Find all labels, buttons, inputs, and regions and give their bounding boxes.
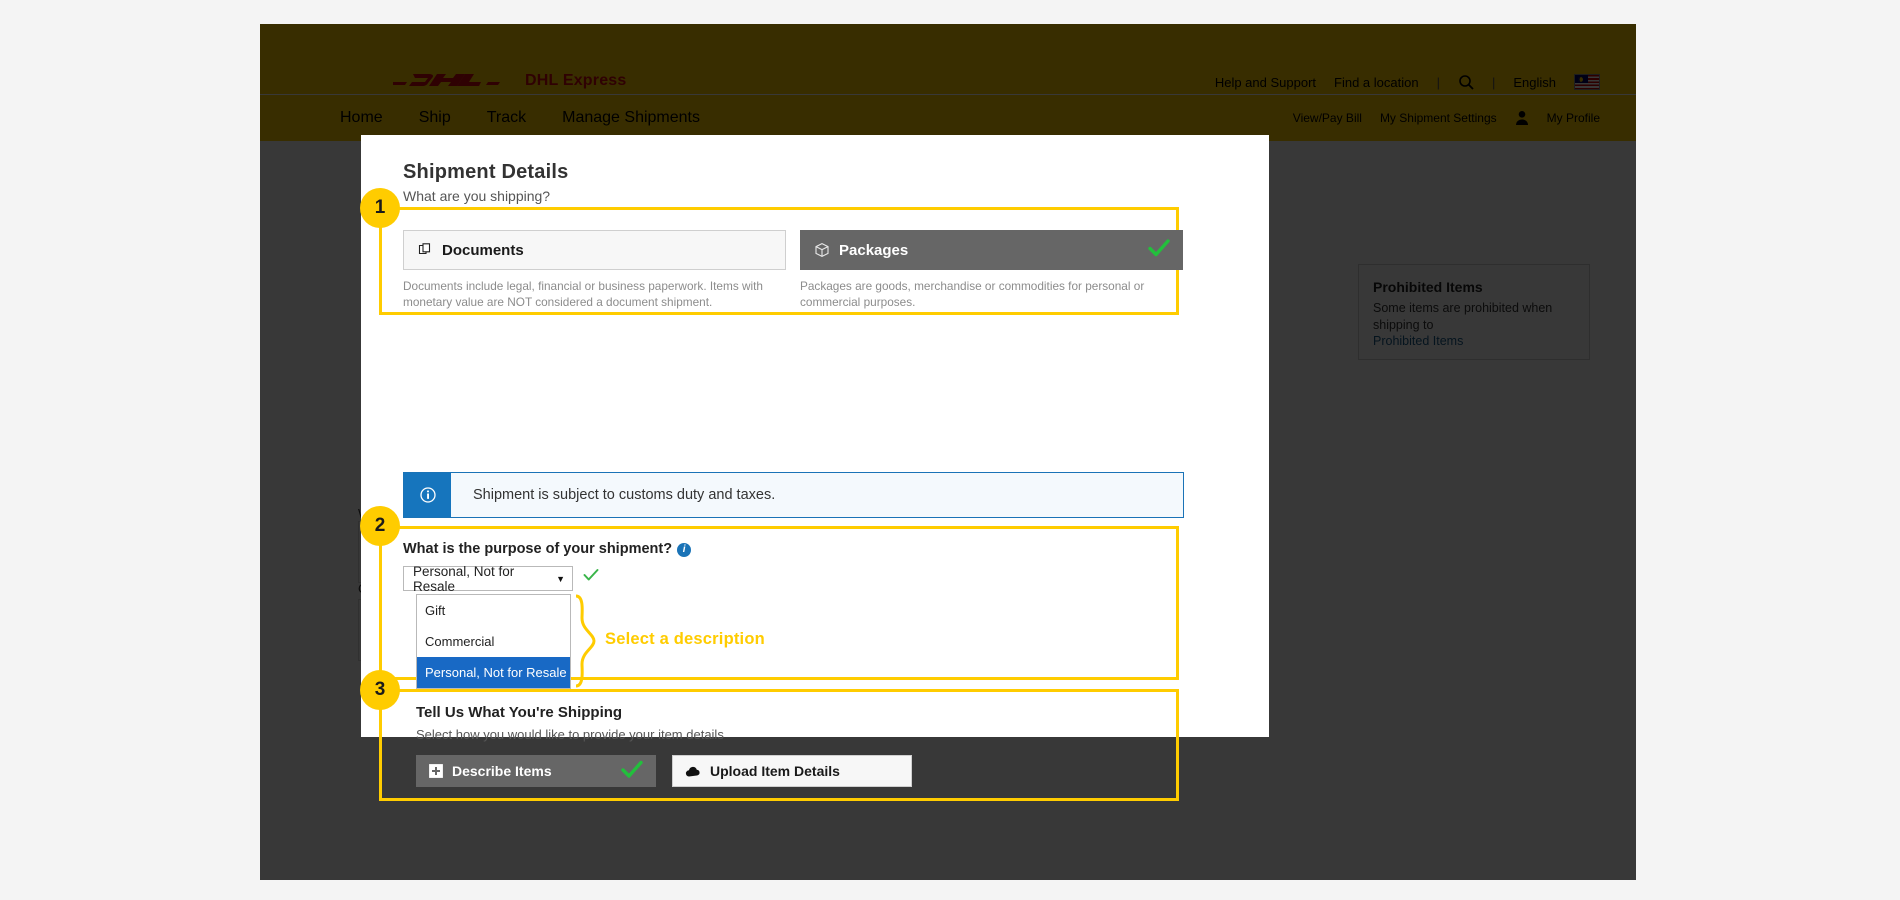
nav-item-my-shipment-settings[interactable]: My Shipment Settings	[1380, 111, 1497, 125]
top-utility-links: Help and Support Find a location | | Eng…	[1215, 74, 1600, 90]
curly-brace-icon	[574, 594, 596, 688]
brand-name: DHL Express	[525, 72, 627, 89]
info-icon[interactable]: i	[677, 543, 692, 557]
malaysia-flag-icon[interactable]	[1574, 74, 1600, 90]
nav-item-home[interactable]: Home	[340, 109, 383, 127]
purpose-option-commercial[interactable]: Commercial	[417, 626, 570, 657]
describe-items-button[interactable]: Describe Items	[416, 755, 656, 787]
brand-header: DHL Express Help and Support Find a loca…	[260, 24, 1636, 94]
customs-duty-banner-text: Shipment is subject to customs duty and …	[473, 487, 776, 503]
screen: DHL Express Help and Support Find a loca…	[0, 0, 1900, 900]
shipment-type-selector: Documents Packages Documents include leg…	[403, 230, 1183, 310]
purpose-question: What is the purpose of your shipment? i	[403, 541, 692, 557]
nav-item-ship[interactable]: Ship	[419, 109, 451, 127]
info-icon	[404, 473, 451, 517]
purpose-options-list[interactable]: Gift Commercial Personal, Not for Resale	[416, 594, 571, 689]
purpose-question-text: What is the purpose of your shipment?	[403, 541, 673, 557]
prohibited-items-text: Some items are prohibited when shipping …	[1373, 301, 1553, 332]
purpose-option-gift[interactable]: Gift	[417, 595, 570, 626]
link-help-and-support[interactable]: Help and Support	[1215, 75, 1316, 90]
shipment-type-packages-label: Packages	[839, 241, 909, 259]
shipment-type-packages-description: Packages are goods, merchandise or commo…	[800, 279, 1145, 309]
search-icon[interactable]	[1458, 74, 1474, 90]
annotation-badge-2: 2	[360, 506, 400, 546]
nav-secondary-links: View/Pay Bill My Shipment Settings My Pr…	[1293, 95, 1600, 141]
nav-item-track[interactable]: Track	[487, 109, 526, 127]
link-find-a-location[interactable]: Find a location	[1334, 75, 1419, 90]
language-selector[interactable]: English	[1513, 75, 1556, 90]
nav-item-view-pay-bill[interactable]: View/Pay Bill	[1293, 111, 1362, 125]
documents-icon	[417, 242, 433, 258]
divider: |	[1436, 74, 1440, 90]
shipment-details-modal: Shipment Details What are you shipping? …	[361, 135, 1269, 801]
annotation-badge-1: 1	[360, 188, 400, 228]
nav-item-my-profile[interactable]: My Profile	[1547, 111, 1600, 125]
tell-us-subtitle: Select how you would like to provide you…	[416, 727, 724, 742]
cloud-upload-icon	[685, 765, 701, 778]
prohibited-items-card: Prohibited Items Some items are prohibit…	[1358, 264, 1590, 360]
describe-items-label: Describe Items	[452, 763, 552, 779]
modal-title: Shipment Details	[403, 161, 569, 183]
green-check-icon	[621, 760, 643, 782]
annotation-callout-label: Select a description	[605, 630, 765, 648]
package-box-icon	[814, 242, 830, 258]
plus-square-icon	[429, 764, 443, 778]
purpose-valid-check-icon	[583, 568, 599, 587]
user-avatar-icon[interactable]	[1515, 110, 1529, 126]
customs-duty-banner: Shipment is subject to customs duty and …	[403, 472, 1184, 518]
divider: |	[1491, 74, 1496, 90]
shipment-type-packages[interactable]: Packages	[800, 230, 1183, 270]
modal-subtitle: What are you shipping?	[403, 188, 551, 204]
chevron-down-icon: ▼	[556, 573, 565, 584]
tell-us-buttons: Describe Items Upload Item Details	[416, 755, 912, 787]
dhl-logo[interactable]	[393, 70, 500, 90]
tell-us-title: Tell Us What You're Shipping	[416, 704, 623, 721]
shipment-type-documents-description: Documents include legal, financial or bu…	[403, 279, 763, 309]
shipment-type-documents-label: Documents	[442, 241, 524, 259]
green-check-icon	[1148, 239, 1170, 261]
purpose-select-value: Personal, Not for Resale	[413, 563, 515, 594]
purpose-select[interactable]: Personal, Not for Resale ▼	[403, 563, 573, 594]
upload-item-details-label: Upload Item Details	[710, 763, 840, 779]
shipment-type-documents[interactable]: Documents	[403, 230, 786, 270]
prohibited-items-link[interactable]: Prohibited Items	[1373, 334, 1575, 348]
annotation-badge-3: 3	[360, 670, 400, 710]
upload-item-details-button[interactable]: Upload Item Details	[672, 755, 912, 787]
nav-item-manage-shipments[interactable]: Manage Shipments	[562, 109, 700, 127]
purpose-option-personal-not-for-resale[interactable]: Personal, Not for Resale	[417, 657, 570, 688]
prohibited-items-title: Prohibited Items	[1373, 279, 1483, 295]
